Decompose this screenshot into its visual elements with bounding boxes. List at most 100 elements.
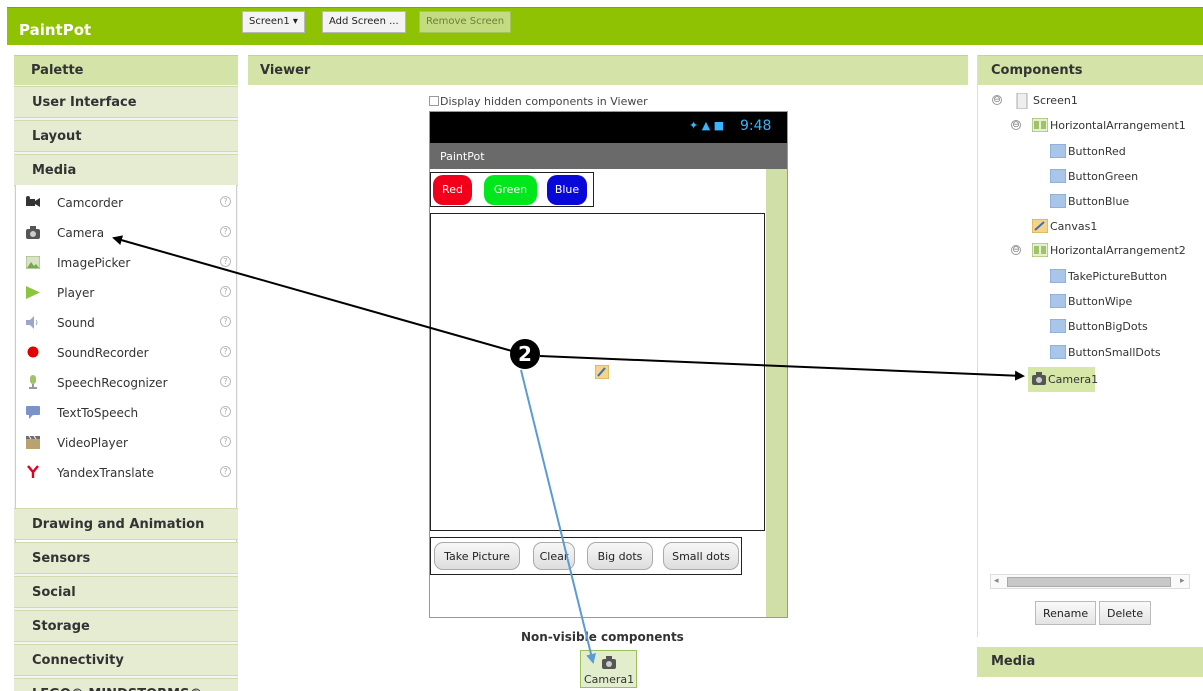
signal-battery-icon: ✦ ▲ ■: [689, 119, 725, 132]
button-icon: [1049, 193, 1067, 209]
camera-icon: [26, 225, 40, 239]
help-icon[interactable]: ?: [220, 376, 231, 387]
palette-item-label: Sound: [57, 316, 95, 330]
canvas-1[interactable]: [430, 213, 765, 531]
video-player-icon: [26, 435, 40, 449]
arrangement-icon: [1031, 242, 1049, 258]
palette-item-sound[interactable]: Sound ?: [16, 308, 236, 338]
palette-item-camera[interactable]: Camera ?: [16, 218, 236, 248]
horizontal-arrangement-2[interactable]: Take Picture Clear Big dots Small dots: [430, 537, 742, 575]
big-dots-button[interactable]: Big dots: [587, 542, 653, 570]
palette-item-label: SpeechRecognizer: [57, 376, 168, 390]
help-icon[interactable]: ?: [220, 226, 231, 237]
small-dots-button[interactable]: Small dots: [663, 542, 739, 570]
screen-icon: [1015, 92, 1031, 110]
horizontal-arrangement-1[interactable]: Red Green Blue: [430, 172, 594, 207]
button-blue[interactable]: Blue: [547, 175, 587, 205]
yandex-translate-icon: [26, 465, 40, 479]
speech-recognizer-icon: [26, 375, 40, 389]
palette-item-label: VideoPlayer: [57, 436, 128, 450]
help-icon[interactable]: ?: [220, 316, 231, 327]
collapse-toggle-icon[interactable]: ⊖: [992, 95, 1002, 105]
top-toolbar: PaintPot Screen1 ▾ Add Screen ... Remove…: [7, 7, 1203, 45]
palette-item-label: Camera: [57, 226, 105, 240]
help-icon[interactable]: ?: [220, 286, 231, 297]
help-icon[interactable]: ?: [220, 256, 231, 267]
camera-icon: [1032, 372, 1048, 386]
button-icon: [1049, 293, 1067, 309]
help-icon[interactable]: ?: [220, 346, 231, 357]
add-screen-button[interactable]: Add Screen ...: [322, 11, 406, 33]
palette-item-player[interactable]: Player ?: [16, 278, 236, 308]
screen-select-button[interactable]: Screen1 ▾: [242, 11, 305, 33]
collapse-toggle-icon[interactable]: ⊖: [1011, 245, 1021, 255]
display-hidden-components-checkbox[interactable]: Display hidden components in Viewer: [429, 95, 648, 108]
sound-icon: [26, 315, 40, 329]
sound-recorder-icon: [26, 345, 40, 359]
collapse-toggle-icon[interactable]: ⊖: [1011, 120, 1021, 130]
palette-category-connectivity[interactable]: Connectivity: [14, 644, 238, 676]
palette-item-label: Player: [57, 286, 95, 300]
help-icon[interactable]: ?: [220, 196, 231, 207]
components-header: Components: [978, 55, 1203, 85]
palette-item-label: TextToSpeech: [57, 406, 139, 420]
help-icon[interactable]: ?: [220, 466, 231, 477]
scrollbar-thumb[interactable]: [1007, 577, 1171, 587]
phone-preview: ✦ ▲ ■ 9:48 PaintPot Red Green Blue Take …: [429, 111, 788, 618]
screen-scrollbar[interactable]: [766, 169, 787, 617]
media-component-list: Camcorder ? Camera ? ImagePicker ? Playe…: [15, 185, 237, 563]
palette-item-yandextranslate[interactable]: YandexTranslate ?: [16, 458, 236, 488]
components-panel: Components ⊖ Screen1 ⊖ HorizontalArrange…: [977, 55, 1203, 637]
camera-icon: [602, 654, 616, 669]
non-visible-components-label: Non-visible components: [521, 630, 684, 644]
phone-title-bar: PaintPot: [430, 143, 787, 169]
button-icon: [1049, 143, 1067, 159]
palette-item-texttospeech[interactable]: TextToSpeech ?: [16, 398, 236, 428]
palette-item-speechrecognizer[interactable]: SpeechRecognizer ?: [16, 368, 236, 398]
palette-category-storage[interactable]: Storage: [14, 610, 238, 642]
palette-item-label: ImagePicker: [57, 256, 131, 270]
palette-item-label: SoundRecorder: [57, 346, 149, 360]
clear-button[interactable]: Clear: [533, 542, 575, 570]
viewer-header: Viewer: [248, 55, 968, 85]
components-horizontal-scrollbar[interactable]: ◂ ▸: [990, 574, 1190, 589]
palette-item-videoplayer[interactable]: VideoPlayer ?: [16, 428, 236, 458]
canvas-icon: [594, 364, 610, 380]
text-to-speech-icon: [26, 405, 40, 419]
checkbox-box[interactable]: [429, 96, 439, 106]
app-inventor-designer: { "app": { "title": "PaintPot", "screen_…: [0, 0, 1203, 691]
non-visible-camera1[interactable]: Camera1: [580, 650, 637, 688]
palette-category-layout[interactable]: Layout: [14, 120, 238, 152]
phone-status-bar: ✦ ▲ ■ 9:48: [430, 112, 787, 143]
button-green[interactable]: Green: [484, 175, 537, 205]
palette-category-drawing-animation[interactable]: Drawing and Animation: [14, 508, 238, 540]
help-icon[interactable]: ?: [220, 406, 231, 417]
scroll-right-icon[interactable]: ▸: [1180, 576, 1185, 586]
image-picker-icon: [26, 255, 40, 269]
palette-item-imagepicker[interactable]: ImagePicker ?: [16, 248, 236, 278]
palette-header: Palette: [14, 55, 238, 85]
button-red[interactable]: Red: [433, 175, 472, 205]
remove-screen-button[interactable]: Remove Screen: [419, 11, 512, 33]
palette-panel: Palette User Interface Layout Media Camc…: [14, 55, 238, 691]
delete-button[interactable]: Delete: [1099, 601, 1152, 625]
palette-item-label: Camcorder: [57, 196, 124, 210]
palette-item-camcorder[interactable]: Camcorder ?: [16, 188, 236, 218]
scroll-left-icon[interactable]: ◂: [994, 576, 999, 586]
media-panel-header: Media: [977, 647, 1203, 677]
project-title: PaintPot: [19, 21, 92, 39]
checkbox-label: Display hidden components in Viewer: [440, 95, 648, 108]
palette-category-social[interactable]: Social: [14, 576, 238, 608]
palette-category-media[interactable]: Media: [14, 154, 238, 186]
palette-category-user-interface[interactable]: User Interface: [14, 86, 238, 118]
status-time: 9:48: [740, 118, 772, 134]
palette-item-soundrecorder[interactable]: SoundRecorder ?: [16, 338, 236, 368]
arrangement-icon: [1031, 117, 1049, 133]
non-visible-camera1-label: Camera1: [584, 673, 635, 686]
tree-node-camera1[interactable]: Camera1: [1028, 367, 1098, 392]
rename-button[interactable]: Rename: [1035, 601, 1097, 625]
palette-category-sensors[interactable]: Sensors: [14, 542, 238, 574]
palette-category-lego-mindstorms[interactable]: LEGO® MINDSTORMS®: [14, 678, 238, 691]
take-picture-button[interactable]: Take Picture: [434, 542, 520, 570]
help-icon[interactable]: ?: [220, 436, 231, 447]
